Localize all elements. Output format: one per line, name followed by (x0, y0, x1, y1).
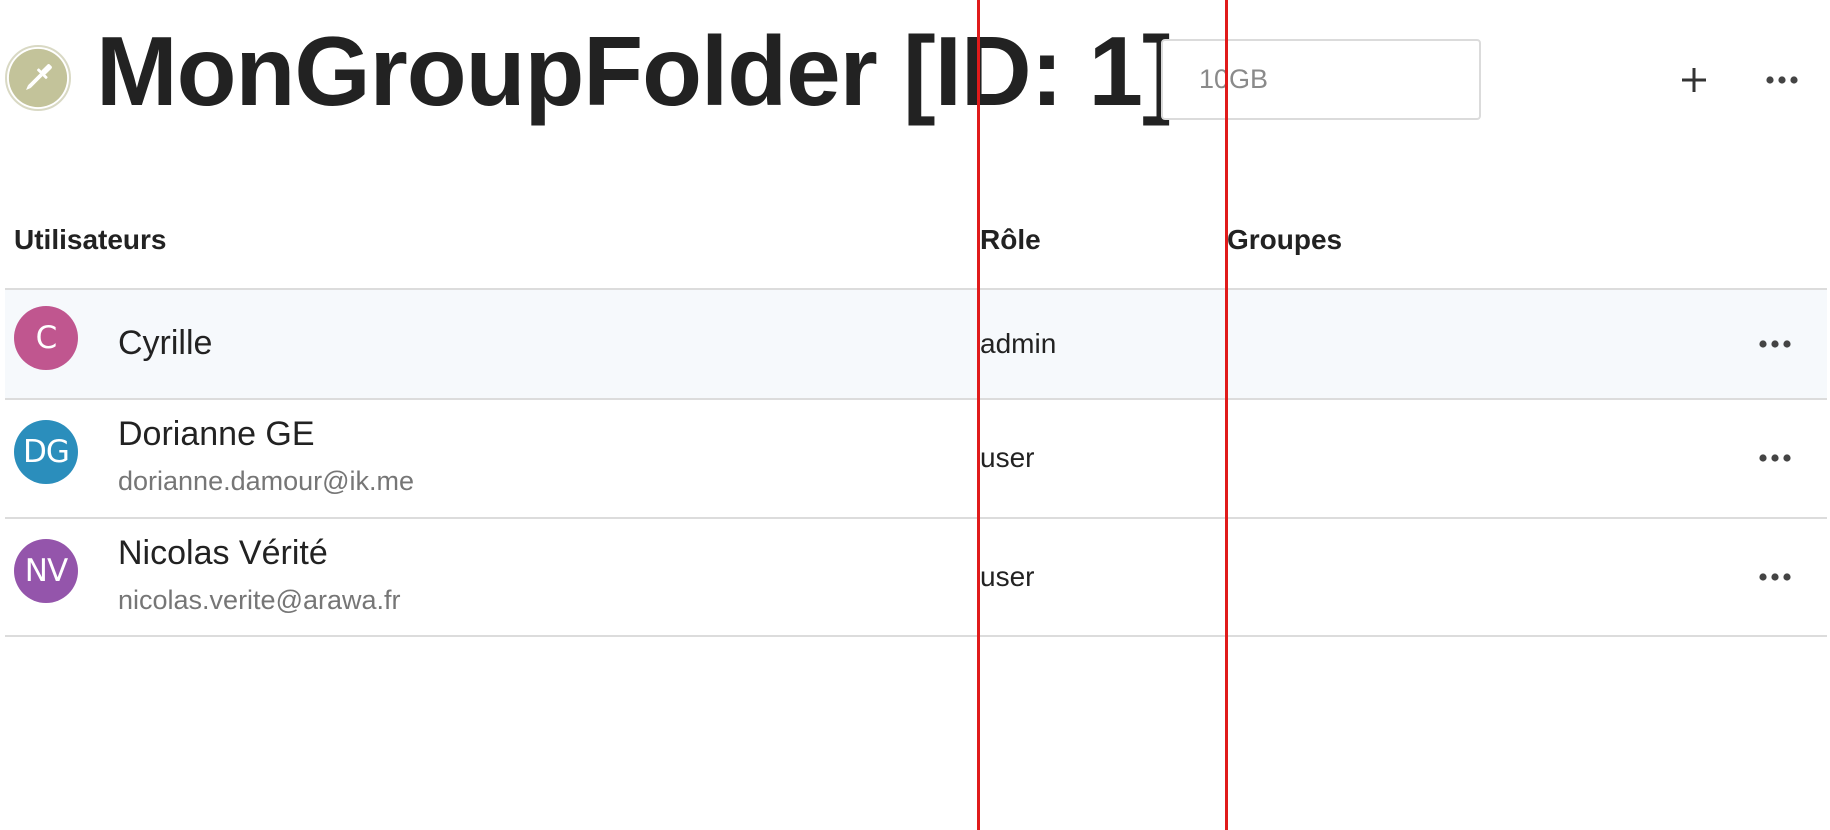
avatar: DG (14, 420, 78, 484)
member-name: Dorianne GE (118, 415, 315, 453)
row-actions-button[interactable] (1749, 324, 1801, 364)
more-horizontal-icon (1759, 454, 1791, 462)
avatar: C (14, 306, 78, 370)
plus-icon (1682, 68, 1706, 92)
member-email: nicolas.verite@arawa.fr (118, 585, 401, 615)
more-horizontal-icon (1759, 340, 1791, 348)
avatar-initials: NV (24, 553, 68, 589)
quota-input[interactable] (1161, 39, 1481, 120)
column-guide-line (977, 0, 980, 830)
table-row[interactable]: C Cyrille admin (5, 290, 1827, 400)
member-role: user (980, 442, 1035, 473)
members-table: Utilisateurs Rôle Groupes C Cyrille admi… (5, 200, 1827, 637)
add-member-button[interactable] (1666, 52, 1722, 108)
more-horizontal-icon (1766, 76, 1798, 84)
eyedropper-icon (8, 48, 68, 108)
column-header-role: Rôle (980, 224, 1041, 255)
member-name: Cyrille (118, 324, 213, 362)
column-guide-line (1225, 0, 1228, 830)
more-actions-button[interactable] (1754, 52, 1810, 108)
avatar: NV (14, 539, 78, 603)
color-picker-button[interactable] (5, 45, 71, 111)
avatar-initials: DG (23, 434, 70, 470)
table-header: Utilisateurs Rôle Groupes (5, 200, 1827, 290)
member-role: admin (980, 328, 1057, 359)
row-actions-button[interactable] (1749, 557, 1801, 597)
table-row[interactable]: NV Nicolas Vérité nicolas.verite@arawa.f… (5, 519, 1827, 637)
page-title: MonGroupFolder [ID: 1] (96, 16, 1175, 126)
column-header-users: Utilisateurs (14, 224, 167, 255)
column-header-groups: Groupes (1227, 224, 1343, 255)
avatar-initials: C (35, 320, 58, 356)
group-folder-page: MonGroupFolder [ID: 1] Utilisateurs Rôle… (0, 0, 1830, 830)
table-row[interactable]: DG Dorianne GE dorianne.damour@ik.me use… (5, 400, 1827, 519)
member-name: Nicolas Vérité (118, 534, 328, 572)
member-email: dorianne.damour@ik.me (118, 466, 415, 496)
member-role: user (980, 561, 1035, 592)
row-actions-button[interactable] (1749, 438, 1801, 478)
more-horizontal-icon (1759, 573, 1791, 581)
